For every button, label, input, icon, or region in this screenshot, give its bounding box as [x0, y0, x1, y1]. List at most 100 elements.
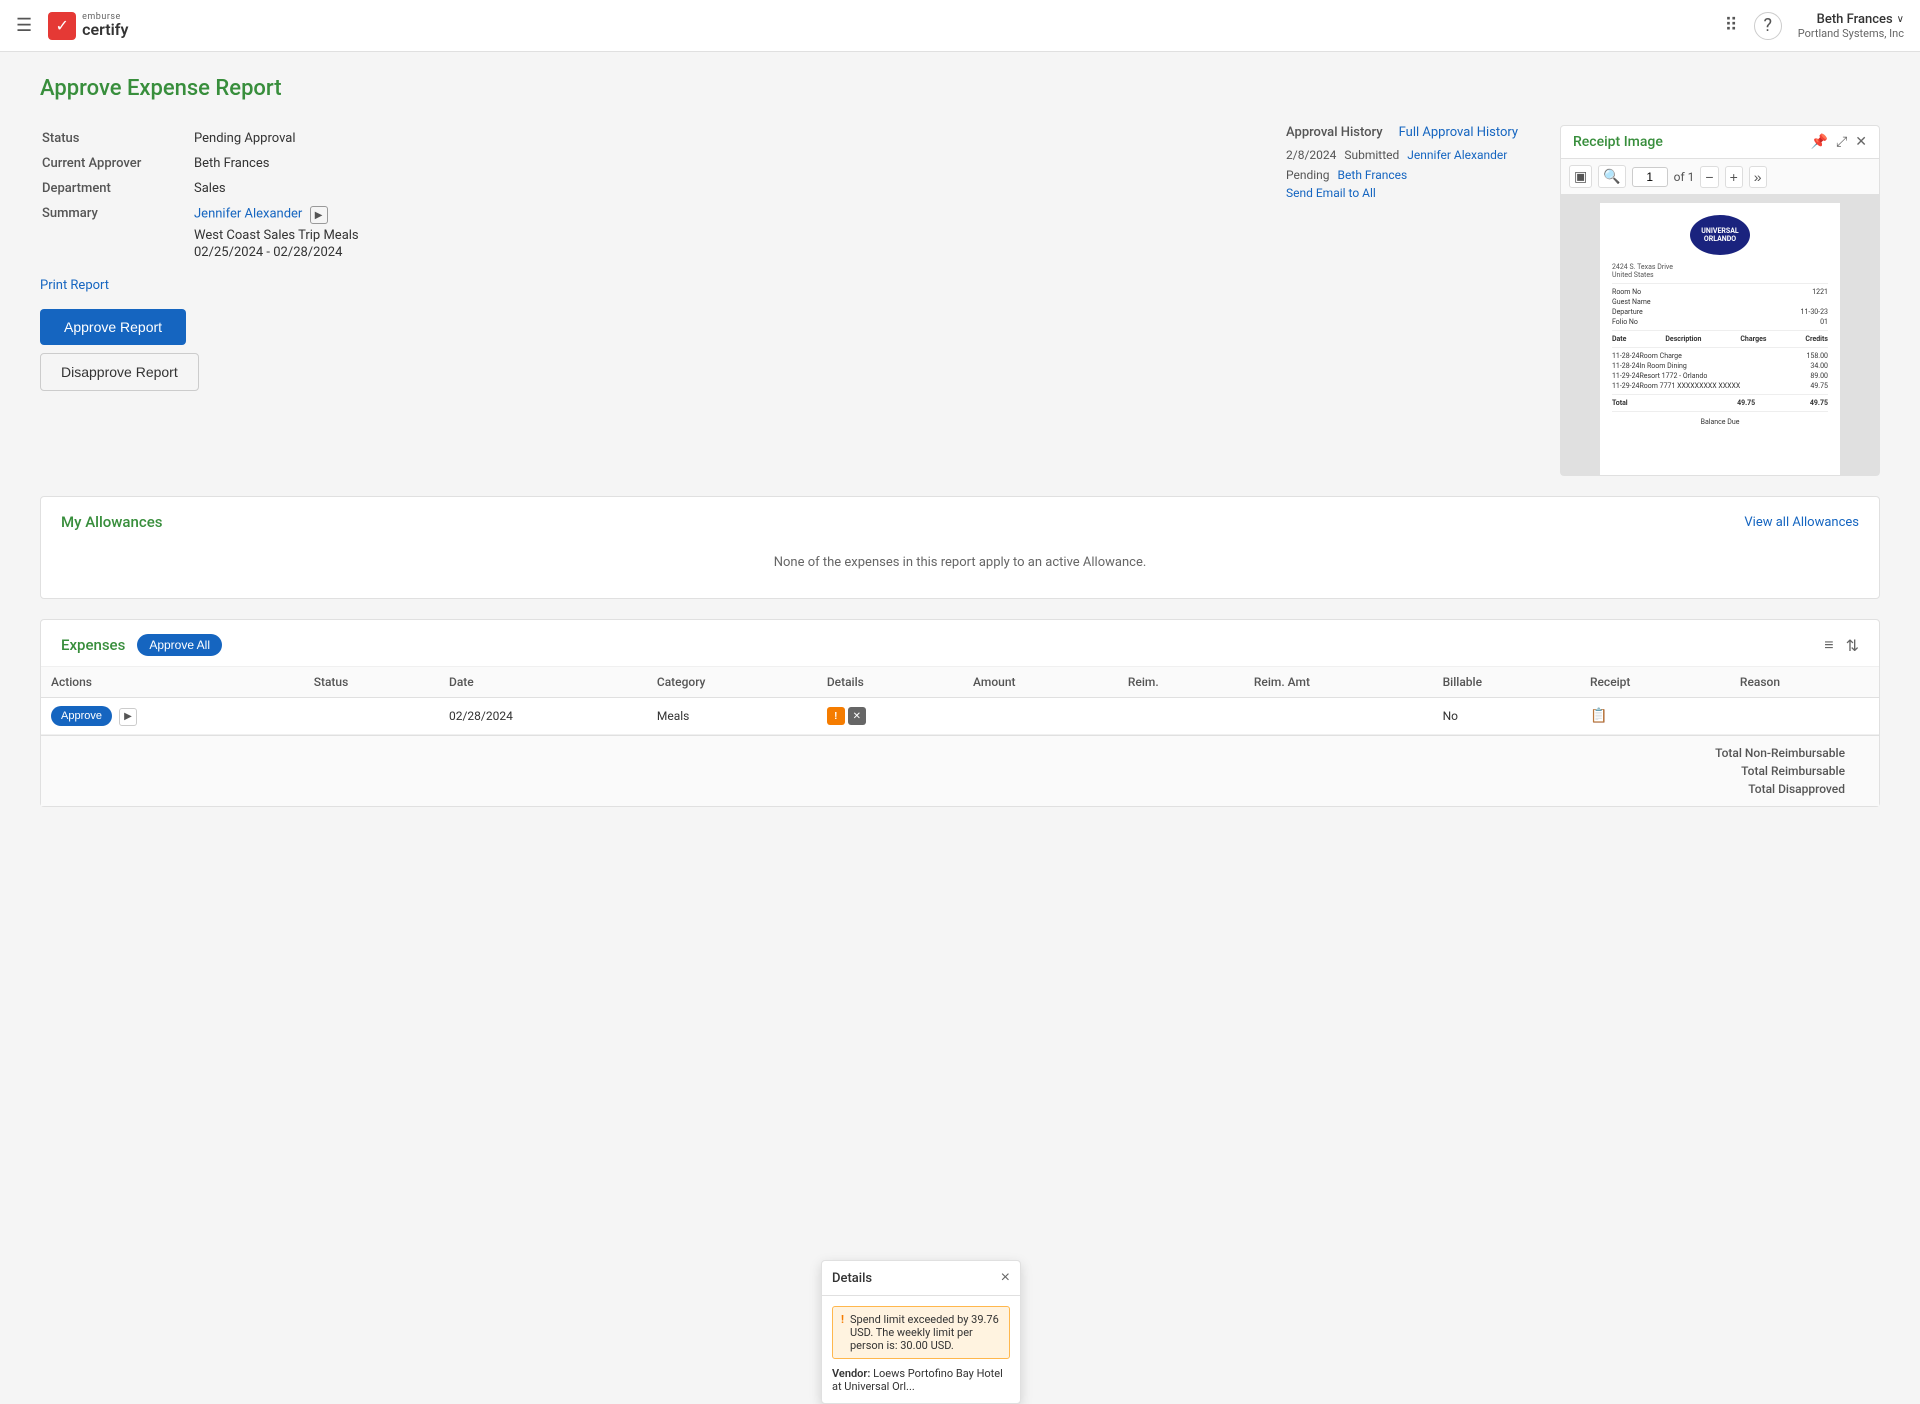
receipt-toolbar: ▣ 🔍 of 1 − + »: [1561, 159, 1879, 195]
more-options-button[interactable]: »: [1749, 166, 1767, 188]
total-reimbursable-label: Total Reimbursable: [1741, 764, 1845, 778]
total-disapproved-label: Total Disapproved: [1748, 782, 1845, 796]
popup-body: ! Spend limit exceeded by 39.76 USD. The…: [822, 1296, 1020, 1403]
close-icon[interactable]: ✕: [1855, 134, 1867, 150]
zoom-out-button[interactable]: −: [1700, 166, 1718, 188]
sort-icon[interactable]: ⇅: [1846, 636, 1859, 655]
report-info: Status Pending Approval Current Approver…: [40, 125, 1262, 476]
history-status-1: Submitted: [1344, 148, 1399, 162]
popup-close-button[interactable]: ×: [1001, 1269, 1010, 1287]
total-disapproved-row: Total Disapproved: [51, 780, 1869, 798]
total-non-reimbursable-label: Total Non-Reimbursable: [1715, 746, 1845, 760]
page-number-input[interactable]: [1632, 167, 1668, 187]
header: ☰ ✓ emburse certify ⠿ ? Beth Frances ∨ P…: [0, 0, 1920, 52]
panel-toggle-button[interactable]: ▣: [1569, 165, 1592, 188]
logo: ✓ emburse certify: [48, 12, 128, 40]
col-status: Status: [304, 667, 439, 698]
allowances-empty-message: None of the expenses in this report appl…: [61, 543, 1859, 582]
summary-dates: 02/25/2024 - 02/28/2024: [194, 245, 1252, 260]
help-icon[interactable]: ?: [1754, 12, 1782, 40]
receipt-controls: 📌 ⤢ ✕: [1811, 134, 1867, 150]
expenses-table-body: Approve ▶ 02/28/2024 Meals ! ✕ No: [41, 698, 1879, 735]
pending-label: Pending: [1286, 168, 1330, 182]
user-name: Beth Frances ∨: [1817, 12, 1904, 27]
full-approval-history-link[interactable]: Full Approval History: [1399, 125, 1518, 140]
col-category: Category: [647, 667, 817, 698]
expenses-table: Actions Status Date Category Details Amo…: [41, 667, 1879, 735]
summary-arrow-icon[interactable]: ▶: [310, 206, 328, 224]
print-report-link[interactable]: Print Report: [40, 278, 1262, 293]
disapprove-report-button[interactable]: Disapprove Report: [40, 353, 199, 391]
table-row: Approve ▶ 02/28/2024 Meals ! ✕ No: [41, 698, 1879, 735]
warning-icon[interactable]: !: [827, 707, 845, 725]
allowances-header: My Allowances View all Allowances: [61, 513, 1859, 531]
approve-all-button[interactable]: Approve All: [137, 634, 222, 656]
close-detail-icon[interactable]: ✕: [848, 707, 866, 725]
col-receipt: Receipt: [1580, 667, 1730, 698]
row-details: ! ✕: [817, 698, 963, 735]
current-approver-value: Beth Frances: [194, 152, 1260, 175]
question-mark: ?: [1763, 15, 1772, 36]
department-label: Department: [42, 177, 192, 200]
row-approve-button[interactable]: Approve: [51, 706, 112, 726]
popup-vendor-label: Vendor:: [832, 1367, 870, 1380]
totals-area: Total Non-Reimbursable Total Reimbursabl…: [41, 735, 1879, 806]
row-receipt: 📋: [1580, 698, 1730, 735]
list-view-icon[interactable]: ≡: [1824, 635, 1833, 655]
row-actions: Approve ▶: [41, 698, 304, 735]
page-of-label: of 1: [1674, 170, 1695, 184]
summary-description: West Coast Sales Trip Meals: [194, 228, 1252, 243]
receipt-header: Receipt Image 📌 ⤢ ✕: [1561, 126, 1879, 159]
status-value: Pending Approval: [194, 127, 1260, 150]
pending-person-link[interactable]: Beth Frances: [1338, 168, 1408, 182]
col-date: Date: [439, 667, 647, 698]
row-arrow-icon[interactable]: ▶: [119, 708, 137, 726]
view-all-allowances-link[interactable]: View all Allowances: [1744, 515, 1859, 530]
receipt-view-icon[interactable]: 📋: [1590, 708, 1607, 724]
page-title: Approve Expense Report: [40, 76, 1880, 101]
details-popup: Details × ! Spend limit exceeded by 39.7…: [821, 1260, 1021, 1404]
expand-icon[interactable]: ⤢: [1836, 134, 1847, 150]
header-right: ⠿ ? Beth Frances ∨ Portland Systems, Inc: [1725, 12, 1904, 40]
col-details: Details: [817, 667, 963, 698]
approve-report-button[interactable]: Approve Report: [40, 309, 186, 345]
history-person-link-1[interactable]: Jennifer Alexander: [1407, 148, 1507, 162]
receipt-title: Receipt Image: [1573, 134, 1663, 150]
info-table: Status Pending Approval Current Approver…: [40, 125, 1262, 266]
col-actions: Actions: [41, 667, 304, 698]
hamburger-icon[interactable]: ☰: [16, 15, 32, 36]
send-email-link[interactable]: Send Email to All: [1286, 186, 1536, 200]
row-reim-amt: [1244, 698, 1433, 735]
popup-warning-text: Spend limit exceeded by 39.76 USD. The w…: [850, 1313, 1001, 1352]
receipt-panel: Receipt Image 📌 ⤢ ✕ ▣ 🔍 of 1 − + »: [1560, 125, 1880, 476]
zoom-in-button[interactable]: +: [1725, 166, 1743, 188]
receipt-document: UNIVERSALORLANDO 2424 S. Texas Drive Uni…: [1600, 203, 1840, 475]
row-amount: [963, 698, 1118, 735]
col-reason: Reason: [1730, 667, 1879, 698]
summary-label: Summary: [42, 202, 192, 264]
grid-icon[interactable]: ⠿: [1725, 15, 1738, 36]
user-info[interactable]: Beth Frances ∨ Portland Systems, Inc: [1798, 12, 1904, 40]
row-reim: [1118, 698, 1244, 735]
current-approver-label: Current Approver: [42, 152, 192, 175]
zoom-search-button[interactable]: 🔍: [1598, 165, 1625, 188]
total-non-reimbursable-row: Total Non-Reimbursable: [51, 744, 1869, 762]
logo-text: emburse certify: [82, 13, 128, 38]
status-label: Status: [42, 127, 192, 150]
popup-warning-icon: !: [841, 1313, 844, 1352]
receipt-image-area[interactable]: UNIVERSALORLANDO 2424 S. Texas Drive Uni…: [1561, 195, 1879, 475]
row-category: Meals: [647, 698, 817, 735]
logo-box: ✓: [48, 12, 76, 40]
status-row: Status Pending Approval: [42, 127, 1260, 150]
logo-certify-label: certify: [82, 22, 128, 38]
chevron-down-icon: ∨: [1897, 14, 1904, 25]
expenses-table-header: Actions Status Date Category Details Amo…: [41, 667, 1879, 698]
row-reason: [1730, 698, 1879, 735]
summary-name-link[interactable]: Jennifer Alexander: [194, 207, 302, 222]
current-approver-row: Current Approver Beth Frances: [42, 152, 1260, 175]
receipt-logo-text: UNIVERSALORLANDO: [1701, 227, 1738, 243]
pin-icon[interactable]: 📌: [1811, 134, 1828, 150]
col-reim: Reim.: [1118, 667, 1244, 698]
summary-row: Summary Jennifer Alexander ▶ West Coast …: [42, 202, 1260, 264]
history-date-1: 2/8/2024: [1286, 148, 1336, 162]
